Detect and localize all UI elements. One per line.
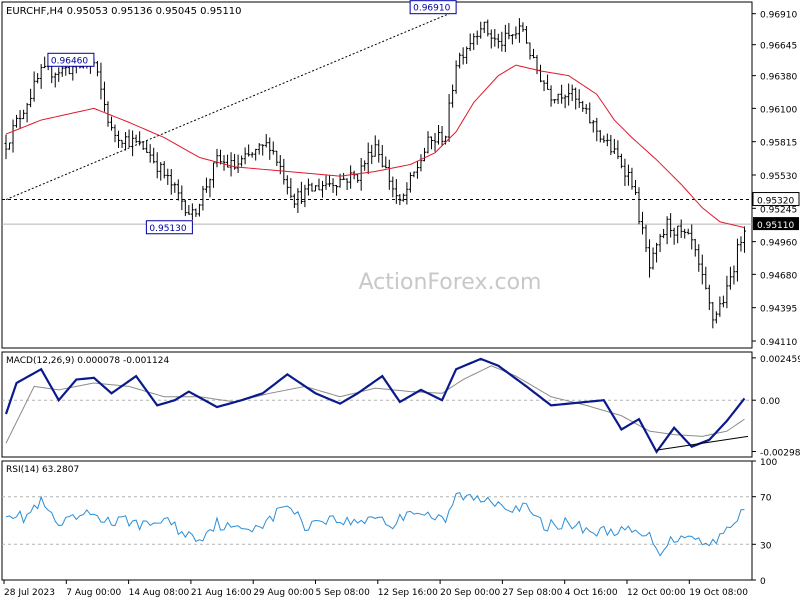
price-y-tick-label: 0.96910 [760,11,797,21]
rsi-panel-frame [1,460,753,581]
macd-y-tick-label: 0.00 [760,397,780,407]
x-tick-label: 19 Oct 08:00 [689,588,748,598]
price-annotation-label: 0.96460 [51,56,88,66]
price-y-tick-label: 0.96380 [760,73,797,83]
rsi-y-tick-label: 30 [760,541,772,551]
x-tick-label: 21 Aug 16:00 [191,588,252,598]
macd-y-tick-label: 0.002459 [760,355,800,365]
level-line-label: 0.95320 [757,197,794,207]
price-y-tick-label: 0.94395 [760,305,797,315]
macd-y-tick-label: -0.00298 [760,448,800,458]
x-tick-label: 29 Aug 00:00 [253,588,314,598]
macd-panel-frame [1,351,753,458]
price-panel-frame [1,1,753,349]
rsi-label: RSI(14) 63.2807 [6,465,79,475]
price-y-tick-label: 0.94960 [760,239,797,249]
price-y-tick-label: 0.96645 [760,42,797,52]
x-tick-label: 28 Jul 2023 [4,588,55,598]
x-tick-label: 14 Aug 08:00 [129,588,190,598]
x-tick-label: 12 Sep 16:00 [378,588,438,598]
forex-chart: ActionForex.com EURCHF,H4 0.95053 0.95136… [0,0,800,600]
price-y-tick-label: 0.95530 [760,172,797,182]
price-annotation-label: 0.96910 [413,4,450,14]
rsi-y-tick-label: 0 [760,577,766,587]
x-tick-label: 27 Sep 08:00 [502,588,562,598]
chart-header: EURCHF,H4 0.95053 0.95136 0.95045 0.9511… [6,6,242,17]
price-annotation-label: 0.95130 [149,224,186,234]
price-y-tick-label: 0.95815 [760,139,797,149]
price-y-tick-label: 0.95245 [760,205,797,215]
chart-canvas: ActionForex.com EURCHF,H4 0.95053 0.95136… [1,0,800,598]
x-tick-label: 12 Oct 00:00 [627,588,686,598]
watermark: ActionForex.com [359,270,542,295]
x-tick-label: 5 Sep 08:00 [316,588,371,598]
last-price-label: 0.95110 [757,221,794,231]
x-tick-label: 4 Oct 16:00 [565,588,618,598]
macd-label: MACD(12,26,9) 0.000078 -0.001124 [6,356,169,366]
rsi-y-tick-label: 100 [760,458,777,468]
price-y-tick-label: 0.96100 [760,105,797,115]
x-tick-label: 20 Sep 00:00 [440,588,500,598]
rsi-y-tick-label: 70 [760,494,772,504]
price-y-tick-label: 0.94110 [760,338,797,348]
price-y-tick-label: 0.94680 [760,271,797,281]
x-tick-label: 7 Aug 00:00 [66,588,121,598]
